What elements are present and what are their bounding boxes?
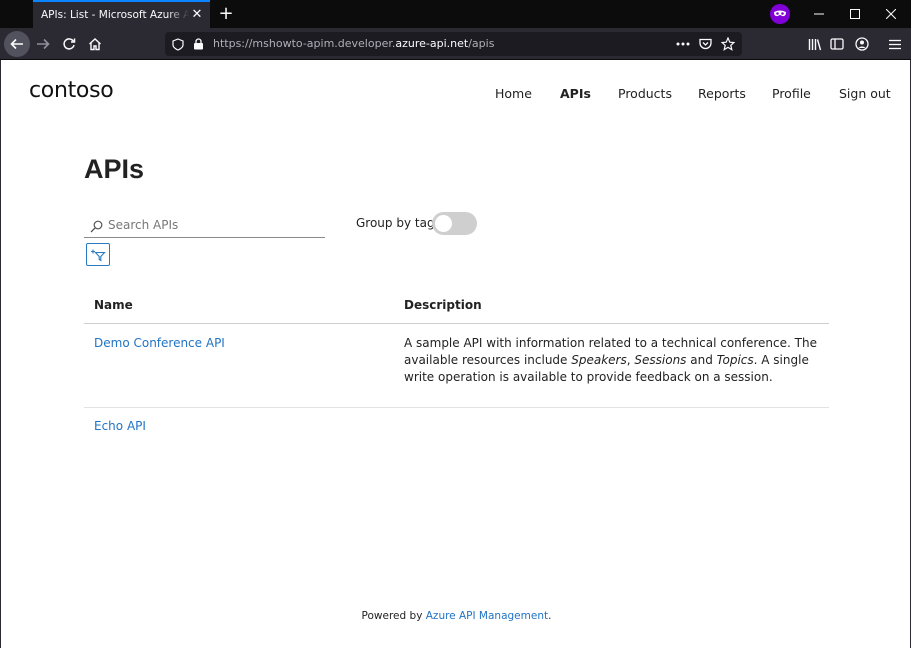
api-link-demo-conference[interactable]: Demo Conference API [94,336,225,350]
nav-sign-out[interactable]: Sign out [839,86,891,101]
site-logo[interactable]: contoso [29,78,114,103]
tab-title: APIs: List - Microsoft Azure API Managem… [41,9,189,21]
desc-topics: Topics [716,353,754,367]
desc-speakers: Speakers [571,353,627,367]
home-button[interactable] [82,31,108,57]
nav-home[interactable]: Home [495,86,532,101]
nav-apis[interactable]: APIs [560,86,591,101]
group-by-tag-label: Group by tag [356,216,435,230]
back-button[interactable] [4,31,30,57]
private-browsing-icon [770,4,790,24]
tab-close-icon[interactable]: ✕ [190,8,204,22]
url-prefix: https://mshowto-apim.developer. [213,37,396,50]
forward-button[interactable] [30,31,56,57]
column-header-description: Description [404,298,482,312]
page-title: APIs [84,154,145,184]
url-text: https://mshowto-apim.developer.azure-api… [213,37,494,50]
nav-profile[interactable]: Profile [772,86,811,101]
reload-button[interactable] [56,31,82,57]
maximize-icon[interactable] [837,0,873,28]
add-tag-filter-button[interactable] [86,243,110,266]
footer: Powered by Azure API Management. [1,610,911,622]
url-path: /apis [468,37,495,50]
nav-products[interactable]: Products [618,86,672,101]
bookmark-star-icon[interactable] [720,36,736,52]
header-divider [84,323,829,324]
api-description: A sample API with information related to… [404,335,824,386]
url-bar[interactable]: https://mshowto-apim.developer.azure-api… [165,32,742,56]
lock-icon[interactable] [190,36,206,52]
footer-text: Powered by [361,610,426,622]
close-window-icon[interactable] [873,0,909,28]
page-actions-icon[interactable] [675,36,691,52]
page-content: contoso Home APIs Products Reports Profi… [0,60,911,648]
shield-icon[interactable] [170,36,186,52]
account-icon[interactable] [849,31,875,57]
url-host: azure-api.net [395,37,469,50]
column-header-name: Name [94,298,133,312]
footer-link-azure-apim[interactable]: Azure API Management [426,610,548,622]
tab-bar: APIs: List - Microsoft Azure API Managem… [0,0,911,28]
search-input[interactable] [108,215,318,235]
nav-reports[interactable]: Reports [698,86,746,101]
filter-add-icon [91,249,106,261]
desc-sessions: Sessions [634,353,687,367]
toggle-knob [435,215,452,232]
browser-toolbar: https://mshowto-apim.developer.azure-api… [0,28,911,60]
api-link-echo[interactable]: Echo API [94,419,146,433]
minimize-icon[interactable] [801,0,837,28]
row-divider [84,407,829,408]
menu-icon[interactable] [882,31,908,57]
browser-tab[interactable]: APIs: List - Microsoft Azure API Managem… [33,0,210,28]
sidebar-icon[interactable] [824,31,850,57]
group-by-tag-toggle[interactable] [432,212,477,235]
desc-text: and [686,353,717,367]
pocket-icon[interactable] [697,36,713,52]
search-icon [90,218,104,233]
search-box [84,212,325,238]
footer-suffix: . [548,610,552,622]
new-tab-icon[interactable]: + [216,4,236,24]
